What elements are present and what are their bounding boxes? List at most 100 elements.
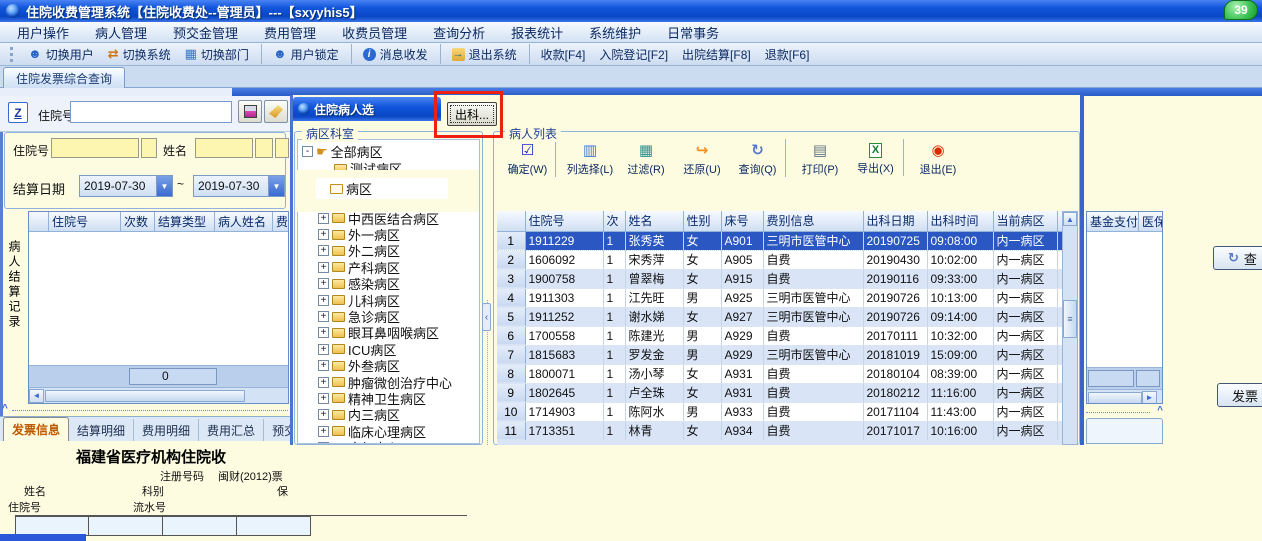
tree-item[interactable]: + 产科病区 bbox=[302, 259, 479, 276]
toolbar-button[interactable]: 退款[F6] bbox=[758, 44, 817, 64]
menu-item[interactable]: 系统维护 bbox=[576, 23, 654, 42]
list-toolbar-button[interactable]: ↪ 还原(U) bbox=[674, 139, 730, 177]
tree-expander[interactable]: + bbox=[318, 409, 329, 421]
menu-item[interactable]: 费用管理 bbox=[251, 23, 329, 42]
list-toolbar-button[interactable]: ▦ 过滤(R) bbox=[618, 139, 674, 177]
menu-item[interactable]: 查询分析 bbox=[420, 23, 498, 42]
notification-badge[interactable]: 39 bbox=[1224, 0, 1258, 20]
menu-item[interactable]: 报表统计 bbox=[498, 23, 576, 42]
tree-expander[interactable]: + bbox=[318, 245, 329, 257]
table-row[interactable]: 1 1911229 1 张秀英 女 A901 三明市医管中心 20190725 … bbox=[497, 231, 1062, 251]
column-header[interactable]: 住院号 bbox=[49, 212, 121, 232]
collapse-up-icon[interactable]: ^ bbox=[2, 403, 8, 414]
tree-item[interactable]: + 内三病区 bbox=[302, 407, 479, 423]
table-row[interactable]: 7 1815683 1 罗发金 男 A929 三明市医管中心 20181019 … bbox=[497, 345, 1062, 365]
tree-expander[interactable]: - bbox=[302, 146, 313, 157]
toolbar-button[interactable]: 入院登记[F2] bbox=[592, 44, 675, 64]
bottom-tab[interactable]: 费用汇总 bbox=[199, 419, 265, 441]
tree-item[interactable]: + 感染病区 bbox=[302, 276, 479, 292]
filter-inpatient-input[interactable] bbox=[51, 138, 139, 158]
menu-item[interactable]: 收费员管理 bbox=[329, 23, 420, 42]
horizontal-splitter[interactable]: ^ bbox=[0, 403, 290, 415]
toolbar-button[interactable]: i 消息收发 bbox=[356, 44, 441, 64]
table-row[interactable]: 6 1700558 1 陈建光 男 A929 自费 20170111 10:32… bbox=[497, 326, 1062, 346]
list-toolbar-button[interactable]: ↻ 查询(Q) bbox=[730, 139, 786, 177]
card-reader-button[interactable] bbox=[238, 100, 262, 123]
toolbar-button[interactable]: → 退出系统 bbox=[445, 44, 530, 64]
tree-expander[interactable]: + bbox=[318, 311, 329, 323]
tree-expander[interactable]: + bbox=[318, 327, 329, 339]
column-header[interactable]: 性别 bbox=[683, 211, 722, 232]
tree-expander[interactable]: + bbox=[318, 294, 329, 306]
chevron-down-icon[interactable]: ▼ bbox=[156, 176, 172, 196]
tree-item[interactable]: + 急诊病区 bbox=[302, 308, 479, 325]
column-header[interactable]: 姓名 bbox=[625, 211, 684, 232]
column-header[interactable]: 次数 bbox=[121, 212, 155, 232]
list-toolbar-button[interactable]: ▥ 列选择(L) bbox=[562, 139, 618, 177]
patient-select-titlebar[interactable]: 住院病人选 bbox=[293, 97, 441, 121]
menu-item[interactable]: 用户操作 bbox=[4, 23, 82, 42]
chevron-down-icon[interactable]: ▼ bbox=[268, 176, 284, 196]
column-header[interactable]: 出科日期 bbox=[863, 211, 928, 232]
table-row[interactable]: 3 1900758 1 曾翠梅 女 A915 自费 20190116 09:33… bbox=[497, 269, 1062, 289]
tree-expander[interactable]: + bbox=[318, 229, 329, 241]
table-row[interactable]: 4 1911303 1 江先旺 男 A925 三明市医管中心 20190726 … bbox=[497, 288, 1062, 308]
list-toolbar-button[interactable]: ◉ 退出(E) bbox=[910, 139, 966, 177]
tree-expander[interactable]: + bbox=[318, 343, 329, 355]
column-header[interactable]: 医保 bbox=[1139, 212, 1162, 232]
tree-item[interactable]: + ICU病区 bbox=[302, 341, 479, 358]
column-header[interactable] bbox=[29, 212, 49, 232]
column-header[interactable]: 费 bbox=[273, 212, 288, 232]
filter-extra-input-1[interactable] bbox=[255, 138, 273, 158]
filter-extra-input-2[interactable] bbox=[275, 138, 289, 158]
settle-date-from-combo[interactable]: 2019-07-30 ▼ bbox=[79, 175, 173, 197]
tree-item[interactable]: + 儿科病区 bbox=[302, 292, 479, 309]
table-row[interactable]: 8 1800071 1 汤小琴 女 A931 自费 20180104 08:39… bbox=[497, 364, 1062, 384]
tree-expander[interactable]: + bbox=[318, 212, 329, 224]
menu-item[interactable]: 预交金管理 bbox=[160, 23, 251, 42]
column-header[interactable] bbox=[497, 211, 526, 232]
scroll-up-icon[interactable]: ▲ bbox=[1063, 212, 1077, 226]
tree-item[interactable]: + 临床心理病区 bbox=[302, 423, 479, 440]
column-header[interactable]: 次 bbox=[603, 211, 626, 232]
tree-expander[interactable]: + bbox=[318, 360, 329, 372]
tree-expander[interactable]: + bbox=[318, 278, 329, 290]
invoice-reprint-button[interactable]: 发票 bbox=[1217, 383, 1262, 407]
settle-date-to-combo[interactable]: 2019-07-30 ▼ bbox=[193, 175, 285, 197]
scrollbar-thumb[interactable] bbox=[45, 389, 245, 402]
tree-item[interactable]: + 眼耳鼻咽喉病区 bbox=[302, 325, 479, 341]
tree-expander[interactable]: + bbox=[318, 261, 329, 273]
tree-item[interactable]: + 康复中心 bbox=[302, 439, 479, 443]
tab-invoice-query[interactable]: 住院发票综合查询 bbox=[3, 67, 126, 88]
horizontal-splitter[interactable]: ^ bbox=[1086, 405, 1163, 417]
tree-item[interactable]: + 外一病区 bbox=[302, 226, 479, 243]
clear-button[interactable] bbox=[264, 100, 288, 123]
menu-item[interactable]: 病人管理 bbox=[82, 23, 160, 42]
scroll-left-icon[interactable]: ◄ bbox=[29, 388, 44, 403]
tree-item[interactable]: + 外二病区 bbox=[302, 243, 479, 259]
bottom-tab[interactable]: 结算明细 bbox=[69, 419, 135, 441]
tree-item[interactable]: + 中西医结合病区 bbox=[302, 210, 479, 227]
inpatient-no-input[interactable] bbox=[70, 101, 232, 123]
bottom-tab[interactable]: 发票信息 bbox=[3, 417, 70, 441]
patient-table-vscrollbar[interactable]: ▲ ≡ bbox=[1062, 211, 1078, 445]
tree-item[interactable]: + 肿瘤微创治疗中心 bbox=[302, 374, 479, 391]
filter-name-input[interactable] bbox=[195, 138, 253, 158]
column-header[interactable]: 住院号 bbox=[525, 211, 604, 232]
scrollbar-thumb[interactable]: ≡ bbox=[1063, 300, 1077, 338]
tree-expander[interactable]: + bbox=[318, 442, 329, 443]
toolbar-button[interactable]: ☻ 切换用户 bbox=[21, 44, 101, 64]
list-toolbar-button[interactable]: ▤ 打印(P) bbox=[792, 139, 848, 177]
filter-inpatient-suffix-input[interactable] bbox=[141, 138, 157, 158]
list-toolbar-button[interactable]: ☑ 确定(W) bbox=[500, 139, 556, 177]
table-row[interactable]: 9 1802645 1 卢全珠 女 A931 自费 20180212 11:16… bbox=[497, 383, 1062, 403]
tree-expander[interactable]: + bbox=[318, 392, 329, 404]
column-header[interactable]: 出科时间 bbox=[927, 211, 994, 232]
toolbar-button[interactable]: 收款[F4] bbox=[534, 44, 593, 64]
table-row[interactable]: 5 1911252 1 谢水娣 女 A927 三明市医管中心 20190726 … bbox=[497, 307, 1062, 327]
column-header[interactable]: 基金支付 bbox=[1087, 212, 1139, 232]
toolbar-button[interactable]: ⇄ 切换系统 bbox=[101, 44, 178, 64]
menu-item[interactable]: 日常事务 bbox=[654, 23, 732, 42]
table-row[interactable]: 11 1713351 1 林青 女 A934 自费 20171017 10:16… bbox=[497, 421, 1062, 441]
tree-item[interactable]: - ☛ 全部病区 bbox=[302, 143, 479, 160]
